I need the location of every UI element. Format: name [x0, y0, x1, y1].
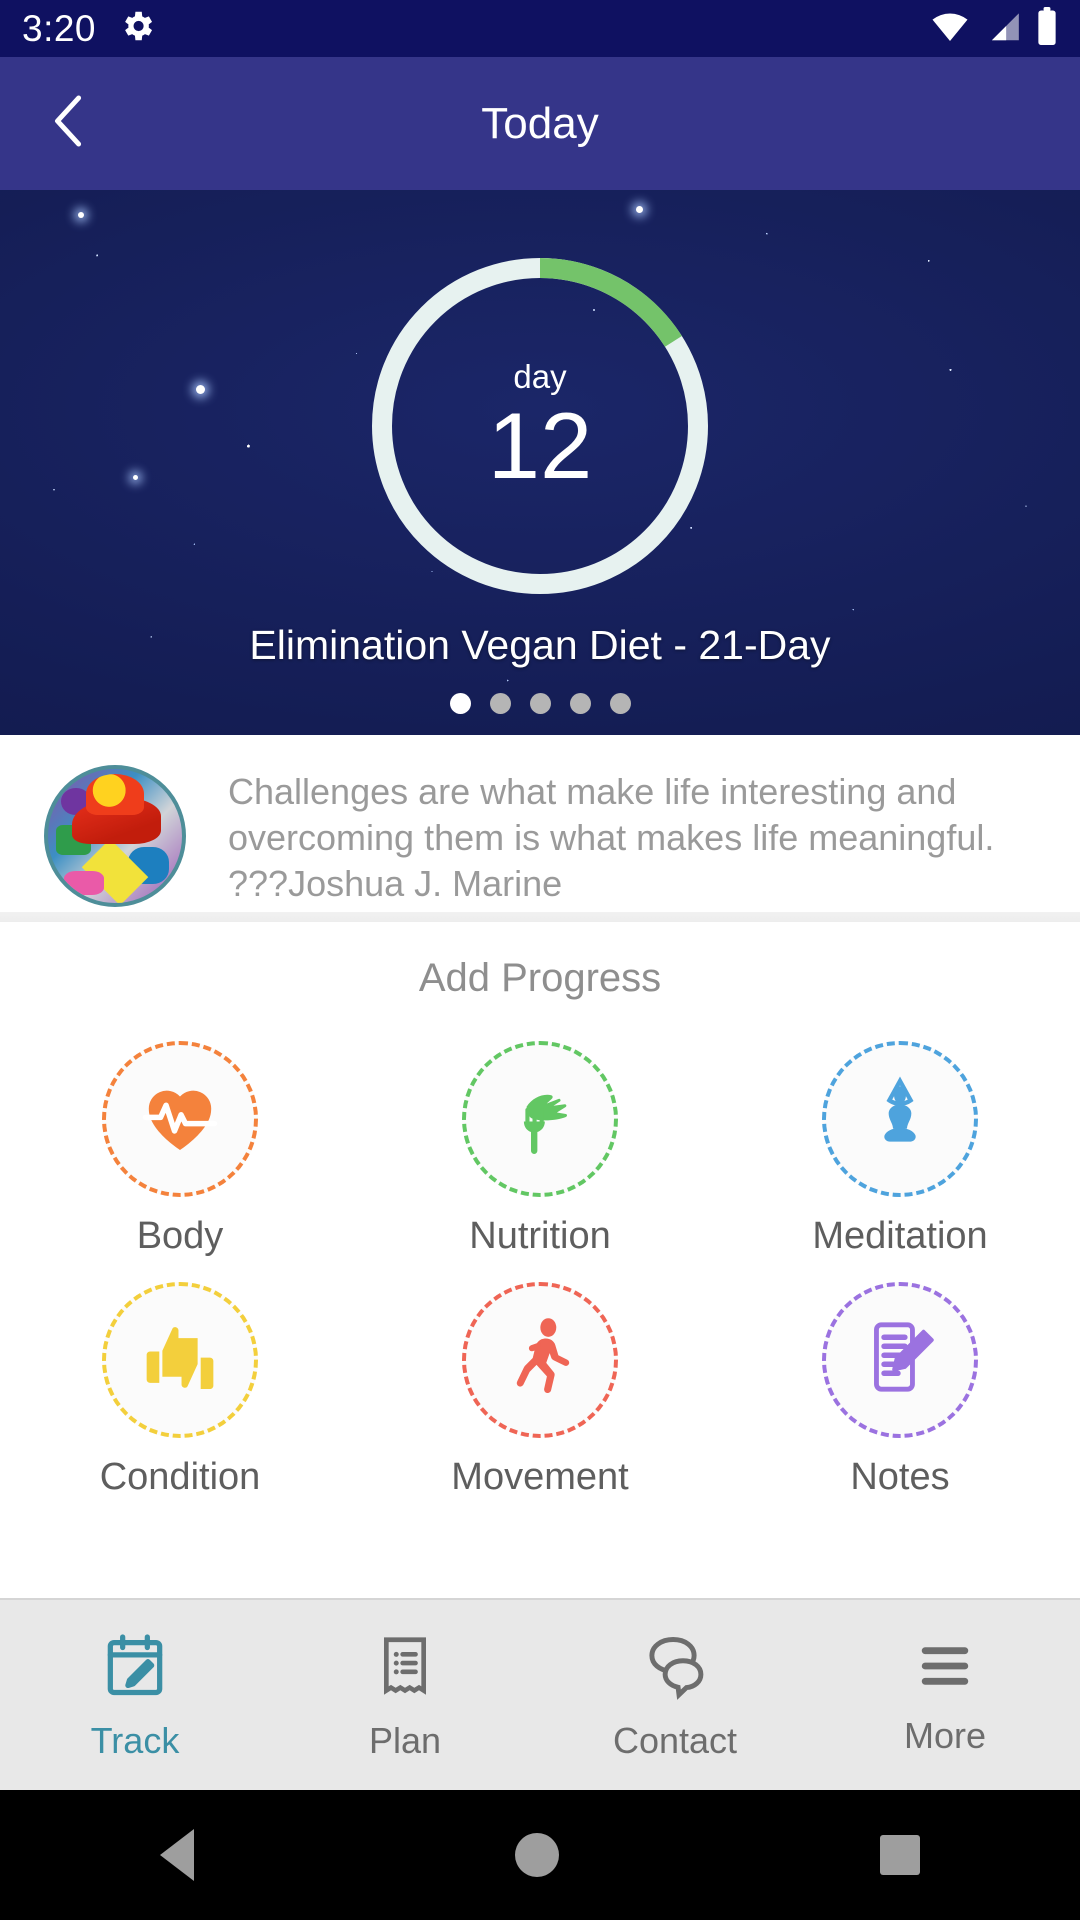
- carousel-dot-1[interactable]: [449, 693, 471, 714]
- back-button[interactable]: [34, 89, 104, 159]
- receipt-list-icon: [370, 1629, 440, 1708]
- day-counter-label: day: [513, 357, 567, 395]
- running-person-icon: [498, 1313, 582, 1408]
- star-decoration: [78, 212, 84, 218]
- progress-item-body[interactable]: Body: [0, 1041, 360, 1258]
- carousel-dot-3[interactable]: [529, 693, 551, 714]
- progress-item-circle: [462, 1282, 618, 1438]
- tab-label: Plan: [368, 1719, 442, 1761]
- calendar-pencil-icon: [98, 1629, 172, 1708]
- back-triangle-icon[interactable]: [160, 1829, 195, 1881]
- progress-item-label: Body: [136, 1215, 224, 1257]
- add-progress-section: Add Progress Body Nutrition Meditation C…: [0, 922, 1080, 1498]
- daily-quote-card: Challenges are what make life interestin…: [0, 735, 1080, 912]
- carousel-dots[interactable]: [0, 693, 1080, 714]
- speech-bubbles-icon: [636, 1629, 714, 1708]
- tab-track[interactable]: Track: [0, 1600, 270, 1790]
- notepad-pencil-icon: [857, 1313, 943, 1408]
- progress-item-label: Meditation: [812, 1215, 988, 1257]
- plan-hero-carousel[interactable]: day 12 Elimination Vegan Diet - 21-Day: [0, 190, 1080, 735]
- wifi-icon: [930, 9, 970, 48]
- day-counter-value: 12: [487, 392, 593, 498]
- progress-item-notes[interactable]: Notes: [720, 1282, 1080, 1499]
- android-navigation-bar: [0, 1790, 1080, 1920]
- gear-icon: [118, 7, 156, 50]
- tab-label: More: [903, 1714, 987, 1756]
- status-bar-clock: 3:20: [22, 7, 97, 49]
- section-divider: [0, 912, 1080, 922]
- hamburger-menu-icon: [911, 1634, 979, 1703]
- tab-contact[interactable]: Contact: [540, 1600, 810, 1790]
- day-progress-ring: day 12: [372, 258, 708, 594]
- carousel-dot-2[interactable]: [489, 693, 511, 714]
- heart-pulse-icon: [136, 1073, 224, 1166]
- progress-item-circle: [822, 1041, 978, 1197]
- quote-avatar: [44, 765, 186, 907]
- progress-item-circle: [822, 1282, 978, 1438]
- page-title: Today: [481, 98, 599, 148]
- progress-item-circle: [462, 1041, 618, 1197]
- plan-title: Elimination Vegan Diet - 21-Day: [249, 622, 831, 668]
- star-decoration: [196, 385, 205, 394]
- home-circle-icon[interactable]: [514, 1833, 559, 1877]
- tab-plan[interactable]: Plan: [270, 1600, 540, 1790]
- status-bar: 3:20: [0, 0, 1080, 57]
- yoga-pose-icon: [860, 1073, 940, 1166]
- thumbs-up-down-icon: [134, 1312, 226, 1409]
- progress-item-movement[interactable]: Movement: [360, 1282, 720, 1499]
- app-bar: Today: [0, 57, 1080, 190]
- fork-vegetable-icon: [495, 1072, 585, 1167]
- carousel-dot-5[interactable]: [609, 693, 631, 714]
- star-decoration: [636, 206, 643, 213]
- cell-signal-icon: [984, 9, 1022, 48]
- battery-icon: [1036, 7, 1058, 50]
- progress-item-condition[interactable]: Condition: [0, 1282, 360, 1499]
- star-decoration: [133, 475, 138, 480]
- tab-more[interactable]: More: [810, 1600, 1080, 1790]
- progress-item-nutrition[interactable]: Nutrition: [360, 1041, 720, 1258]
- tab-label: Track: [90, 1719, 180, 1761]
- bottom-tab-bar: Track Plan Contact More: [0, 1598, 1080, 1790]
- progress-item-meditation[interactable]: Meditation: [720, 1041, 1080, 1258]
- progress-item-label: Nutrition: [469, 1215, 611, 1257]
- progress-item-circle: [102, 1282, 258, 1438]
- day-counter: day 12: [372, 258, 708, 594]
- progress-item-circle: [102, 1041, 258, 1197]
- add-progress-title: Add Progress: [418, 956, 662, 1000]
- add-progress-grid: Body Nutrition Meditation Condition Move…: [0, 1041, 1080, 1499]
- recents-square-icon[interactable]: [879, 1835, 920, 1875]
- app-root: 3:20 Today day 12 Elimination Vegan Diet…: [0, 0, 1080, 1920]
- chevron-left-icon: [46, 90, 92, 157]
- tab-label: Contact: [612, 1719, 738, 1761]
- status-bar-indicators: [930, 7, 1058, 50]
- progress-item-label: Condition: [99, 1456, 261, 1498]
- quote-text: Challenges are what make life interestin…: [228, 771, 995, 905]
- progress-item-label: Notes: [850, 1456, 950, 1498]
- progress-item-label: Movement: [451, 1456, 629, 1498]
- carousel-dot-4[interactable]: [569, 693, 591, 714]
